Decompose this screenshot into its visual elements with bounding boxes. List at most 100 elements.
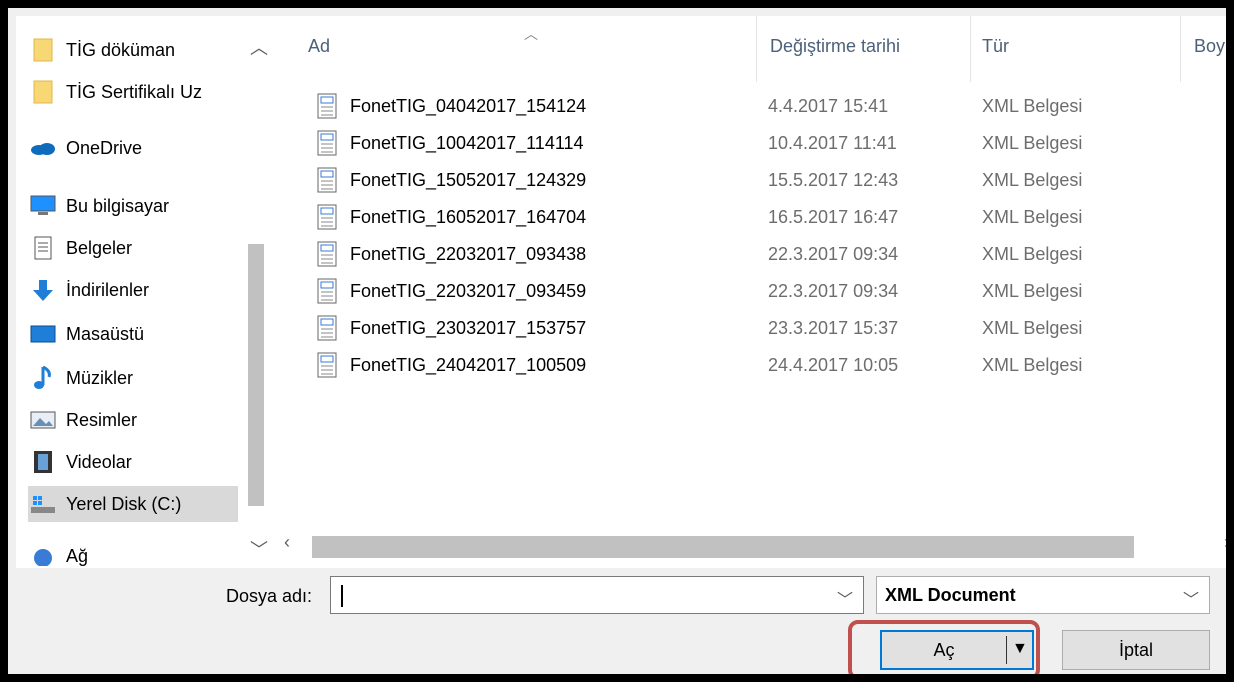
xml-file-icon xyxy=(316,241,338,267)
file-name: FonetTIG_23032017_153757 xyxy=(350,318,587,338)
open-button-label: Aç xyxy=(933,640,955,660)
file-name: FonetTIG_22032017_093459 xyxy=(350,281,587,301)
file-row[interactable]: FonetTIG_10042017_114114 10.4.2017 11:41 X… xyxy=(274,125,1226,161)
file-row[interactable]: FonetTIG_22032017_093459 22.3.2017 09:34 X… xyxy=(274,273,1226,309)
scroll-down-icon[interactable]: ﹀ xyxy=(250,536,268,562)
file-row[interactable]: FonetTIG_23032017_153757 23.3.2017 15:37 X… xyxy=(274,310,1226,346)
dialog-footer: Dosya adı: ﹀ XML Document ﹀ Aç ▼ İptal xyxy=(16,568,1226,674)
file-name: FonetTIG_22032017_093438 xyxy=(350,244,587,264)
nav-item-indirilenler[interactable]: İndirilenler xyxy=(30,272,149,308)
file-row[interactable]: FonetTIG_22032017_093438 22.3.2017 09:34 X… xyxy=(274,236,1226,272)
folder-icon xyxy=(30,79,56,105)
column-header-date[interactable]: Değiştirme tarihi xyxy=(770,36,900,57)
chevron-down-icon[interactable]: ﹀ xyxy=(837,586,853,610)
column-divider xyxy=(970,16,971,82)
filetype-select[interactable]: XML Document ﹀ xyxy=(876,576,1210,614)
videos-icon xyxy=(30,449,56,475)
file-date: 23.3.2017 15:37 xyxy=(768,318,899,338)
folder-icon xyxy=(30,37,56,63)
cancel-button[interactable]: İptal xyxy=(1062,630,1210,670)
sidebar-scrollbar[interactable]: ︿ ﹀ xyxy=(238,16,274,568)
nav-item-onedrive[interactable]: OneDrive xyxy=(30,130,142,166)
text-caret xyxy=(341,585,343,607)
music-icon xyxy=(30,365,56,391)
xml-file-icon xyxy=(316,315,338,341)
file-list: ︿ Ad Değiştirme tarihi Tür Boy FonetTIG_… xyxy=(274,16,1226,568)
file-date: 4.4.2017 15:41 xyxy=(768,96,889,116)
file-row[interactable]: FonetTIG_16052017_164704 16.5.2017 16:47 X… xyxy=(274,199,1226,235)
file-date: 16.5.2017 16:47 xyxy=(768,207,899,227)
chevron-down-icon[interactable]: ﹀ xyxy=(1183,586,1199,610)
nav-item-masaustu[interactable]: Masaüstü xyxy=(30,316,144,352)
nav-item-label: Videolar xyxy=(66,451,132,472)
horizontal-scroll-thumb[interactable] xyxy=(312,536,1134,558)
nav-item-yerel-disk[interactable]: Yerel Disk (C:) xyxy=(28,486,238,522)
nav-item-label: TİG Sertifikalı Uz xyxy=(66,81,203,102)
dropdown-arrow-icon[interactable]: ▼ xyxy=(1012,640,1028,658)
nav-item-label: TİG döküman xyxy=(66,39,176,60)
column-header-type[interactable]: Tür xyxy=(982,36,1009,57)
open-file-dialog: TİG döküman TİG Sertifikalı Uz OneDrive … xyxy=(0,0,1234,682)
file-name: FonetTIG_10042017_114114 xyxy=(350,133,584,153)
sort-ascending-icon: ︿ xyxy=(524,26,538,42)
network-icon xyxy=(30,543,56,568)
nav-item-label: Belgeler xyxy=(66,237,133,258)
documents-icon xyxy=(30,235,56,261)
column-header-name[interactable]: Ad xyxy=(308,36,330,57)
file-type: XML Belgesi xyxy=(982,96,1083,116)
xml-file-icon xyxy=(316,352,338,378)
file-type: XML Belgesi xyxy=(982,318,1083,338)
file-type: XML Belgesi xyxy=(982,133,1083,153)
horizontal-scrollbar[interactable]: ‹ › xyxy=(274,528,1226,562)
file-row[interactable]: FonetTIG_24042017_100509 24.4.2017 10:05 X… xyxy=(274,347,1226,383)
file-row[interactable]: FonetTIG_15052017_124329 15.5.2017 12:43 X… xyxy=(274,162,1226,198)
nav-item-tig-sertifikali[interactable]: TİG Sertifikalı Uz xyxy=(30,74,202,110)
file-type: XML Belgesi xyxy=(982,244,1083,264)
scroll-right-icon[interactable]: › xyxy=(1224,532,1226,553)
computer-icon xyxy=(30,193,56,219)
file-type: XML Belgesi xyxy=(982,281,1083,301)
file-date: 15.5.2017 12:43 xyxy=(768,170,899,190)
file-name: FonetTIG_15052017_124329 xyxy=(350,170,587,190)
desktop-icon xyxy=(30,321,56,347)
navigation-pane: TİG döküman TİG Sertifikalı Uz OneDrive … xyxy=(16,16,274,568)
nav-item-ag[interactable]: Ağ xyxy=(30,538,88,568)
download-icon xyxy=(30,277,56,303)
file-type: XML Belgesi xyxy=(982,170,1083,190)
nav-item-label: Masaüstü xyxy=(66,323,145,344)
dialog-content: TİG döküman TİG Sertifikalı Uz OneDrive … xyxy=(16,16,1226,568)
column-header-size[interactable]: Boy xyxy=(1194,36,1225,57)
nav-item-muzikler[interactable]: Müzikler xyxy=(30,360,133,396)
file-date: 22.3.2017 09:34 xyxy=(768,281,899,301)
file-name: FonetTIG_04042017_154124 xyxy=(350,96,587,116)
column-divider xyxy=(756,16,757,82)
pictures-icon xyxy=(30,407,56,433)
filename-label: Dosya adı: xyxy=(226,586,313,606)
filename-input[interactable]: ﹀ xyxy=(330,576,864,614)
cloud-icon xyxy=(30,135,56,161)
xml-file-icon xyxy=(316,278,338,304)
nav-item-label: Bu bilgisayar xyxy=(66,195,170,216)
nav-item-label: İndirilenler xyxy=(66,279,150,300)
open-button[interactable]: Aç ▼ xyxy=(880,630,1034,670)
nav-item-label: OneDrive xyxy=(66,137,143,158)
scroll-up-icon[interactable]: ︿ xyxy=(250,34,268,60)
column-divider xyxy=(1180,16,1181,82)
file-type: XML Belgesi xyxy=(982,207,1083,227)
scroll-left-icon[interactable]: ‹ xyxy=(284,532,290,553)
file-row[interactable]: FonetTIG_04042017_154124 4.4.2017 15:41 XM… xyxy=(274,88,1226,124)
nav-item-videolar[interactable]: Videolar xyxy=(30,444,132,480)
sidebar-scroll-thumb[interactable] xyxy=(248,244,264,506)
nav-item-belgeler[interactable]: Belgeler xyxy=(30,230,132,266)
nav-item-label: Yerel Disk (C:) xyxy=(66,493,182,514)
nav-item-label: Müzikler xyxy=(66,367,134,388)
file-type: XML Belgesi xyxy=(982,355,1083,375)
file-name: FonetTIG_16052017_164704 xyxy=(350,207,587,227)
nav-item-label: Resimler xyxy=(66,409,138,430)
file-date: 10.4.2017 11:41 xyxy=(768,133,897,153)
cancel-button-label: İptal xyxy=(1118,640,1154,660)
nav-item-resimler[interactable]: Resimler xyxy=(30,402,137,438)
nav-item-bu-bilgisayar[interactable]: Bu bilgisayar xyxy=(30,188,169,224)
nav-item-tig-dokuman[interactable]: TİG döküman xyxy=(30,32,175,68)
file-name: FonetTIG_24042017_100509 xyxy=(350,355,587,375)
